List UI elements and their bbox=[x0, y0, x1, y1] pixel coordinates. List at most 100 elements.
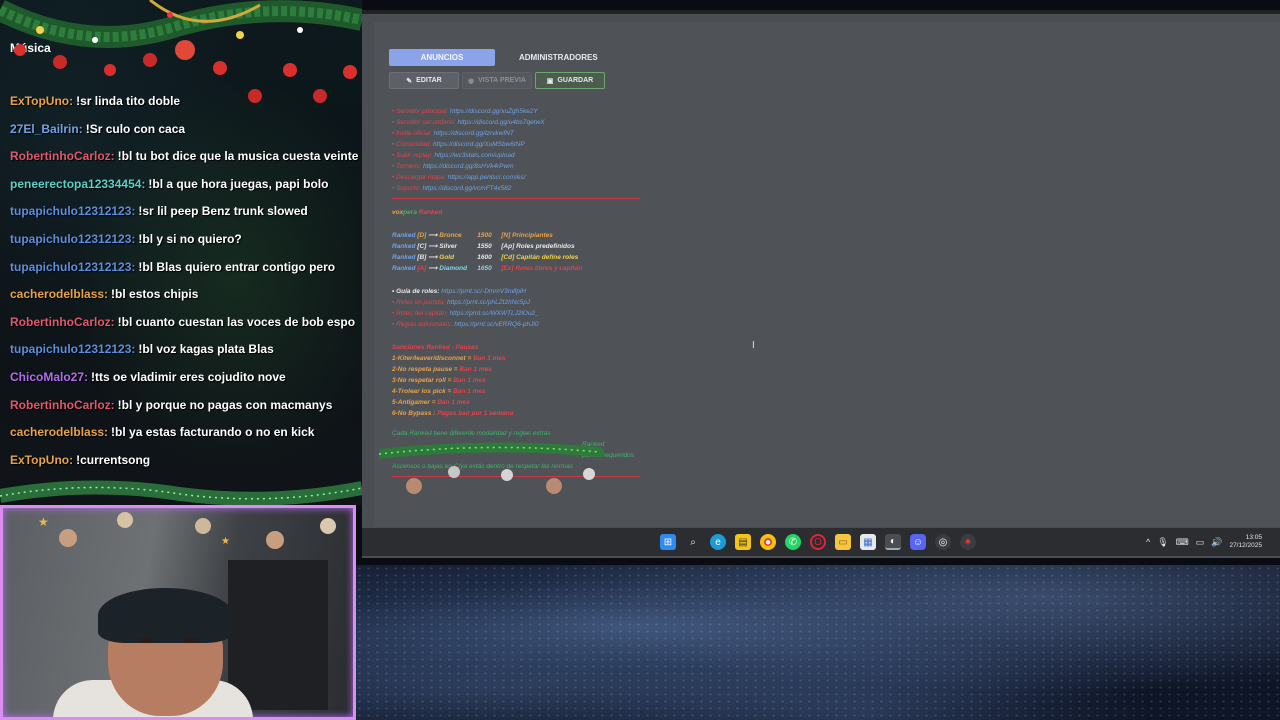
penalty-rule: 1-Kiter/leaver/disconnet = bbox=[392, 355, 474, 362]
guide-item: • Reglas adicionales: https://prnt.sc/vE… bbox=[392, 319, 1012, 330]
chat-message: ExTopUno: !currentsong bbox=[10, 453, 360, 467]
recorder-icon[interactable]: ✷ bbox=[960, 534, 976, 550]
garland-overlay bbox=[379, 442, 604, 494]
keyboard-icon[interactable]: ⌨ bbox=[1176, 537, 1189, 548]
chat-message: tupapichulo12312123: !sr lil peep Benz tr… bbox=[10, 204, 360, 218]
edge-icon[interactable]: e bbox=[710, 534, 726, 550]
chat-text: !Sr culo con caca bbox=[85, 121, 186, 136]
obs-icon[interactable]: ◎ bbox=[935, 534, 951, 550]
chat-username[interactable]: ChicoMalo27: bbox=[10, 370, 88, 384]
arrow-icon: ⟶ bbox=[428, 232, 440, 239]
penalty-item: 1-Kiter/leaver/disconnet = Ban 1 mes bbox=[392, 353, 1012, 364]
penalty-rule: 6-No Bypass : bbox=[392, 410, 438, 417]
windows-taskbar: ⊞ ⌕ e ▤ ● ✆ O ▭ ▦ ◐ ☺ ◎ ✷ ^ 🎙 ⌨ ▭ 🔊 13:0… bbox=[362, 528, 1280, 556]
notes-icon[interactable]: ▤ bbox=[735, 534, 751, 550]
chat-username[interactable]: tupapichulo12312123: bbox=[10, 232, 135, 246]
rank-name: Bronce bbox=[439, 232, 462, 239]
edit-button[interactable]: ✎ EDITAR bbox=[389, 72, 459, 89]
rank-role: [Cd] Capitán define roles bbox=[501, 254, 579, 261]
webcam-feed: ★ ★ bbox=[0, 505, 356, 720]
link-name: • Torneos: bbox=[392, 163, 423, 170]
chevron-up-icon[interactable]: ^ bbox=[1146, 537, 1150, 547]
screen-share-window: ANUNCIOS ADMINISTRADORES ✎ EDITAR ◉ VIST… bbox=[362, 10, 1280, 558]
store-icon[interactable]: ▦ bbox=[860, 534, 876, 550]
link-url[interactable]: https://wc3stats.com/upload bbox=[434, 152, 514, 159]
christmas-garland-top bbox=[0, 0, 362, 103]
save-button[interactable]: ▣ GUARDAR bbox=[535, 72, 605, 89]
chat-username[interactable]: RobertinhoCarloz: bbox=[10, 398, 115, 412]
link-item: • Invite oficial: https://discord.gg/tzr… bbox=[392, 128, 1012, 139]
link-url[interactable]: https://discord.gg/8sHVk4rPwm bbox=[423, 163, 514, 170]
volume-icon[interactable]: 🔊 bbox=[1211, 537, 1222, 548]
chat-username[interactable]: RobertinhoCarloz: bbox=[10, 315, 115, 329]
chat-text: !bl a que hora juegas, papi bolo bbox=[148, 176, 329, 191]
penalty-value: Ban 1 mes bbox=[473, 355, 506, 362]
svg-text:★: ★ bbox=[221, 536, 230, 547]
guide-name: • Reglas adicionales: bbox=[392, 321, 455, 328]
chat-message: ChicoMalo27: !tts oe vladimir eres cojudi… bbox=[10, 370, 360, 384]
guide-url[interactable]: https://prnt.sc/-DmmV3mlfplH bbox=[441, 288, 526, 295]
link-url[interactable]: https://discord.gg/tzrvkwfNT bbox=[434, 130, 514, 137]
link-url[interactable]: https://discord.gg/xuZgh5ke2Y bbox=[450, 108, 538, 115]
chat-username[interactable]: RobertinhoCarloz: bbox=[10, 149, 115, 163]
chat-message: cacherodelblass: !bl ya estas facturando … bbox=[10, 425, 360, 439]
chat-username[interactable]: tupapichulo12312123: bbox=[10, 260, 135, 274]
preview-button[interactable]: ◉ VISTA PREVIA bbox=[462, 72, 532, 89]
microphone-icon[interactable]: 🎙 bbox=[1157, 537, 1168, 548]
penalty-item: 6-No Bypass : Pagas ban por 1 semana bbox=[392, 408, 1012, 419]
chat-username[interactable]: tupapichulo12312123: bbox=[10, 204, 135, 218]
link-url[interactable]: https://discord.gg/XuMSbw6tNP bbox=[433, 141, 525, 148]
link-item: • Subir replay: https://wc3stats.com/upl… bbox=[392, 150, 1012, 161]
chat-text: !bl voz kagas plata Blas bbox=[138, 342, 274, 357]
penalty-rule: 3-No respetar roll = bbox=[392, 377, 454, 384]
link-url[interactable]: https://discord.gg/vcmFT4x582 bbox=[422, 185, 511, 192]
chrome-icon[interactable]: ● bbox=[760, 534, 776, 550]
rank-tier: [D] bbox=[417, 232, 429, 239]
rank-label: Ranked bbox=[392, 265, 418, 272]
guide-url[interactable]: https://prnt.sc/WXWTLJ2lOu2_ bbox=[450, 310, 539, 317]
ranked-heading: voxpera Ranked bbox=[392, 209, 443, 216]
clock-date: 27/12/2025 bbox=[1229, 542, 1262, 549]
guide-url[interactable]: https://prnt.sc/phLZt2hNc5pJ bbox=[447, 299, 530, 306]
clock[interactable]: 13:05 27/12/2025 bbox=[1229, 534, 1262, 550]
folder-icon[interactable]: ▭ bbox=[835, 534, 851, 550]
chat-message: tupapichulo12312123: !bl voz kagas plata … bbox=[10, 342, 360, 356]
chat-username[interactable]: peneerectopa12334454: bbox=[10, 177, 145, 191]
section-divider bbox=[392, 198, 640, 199]
guide-item: • Roles en partida: https://prnt.sc/phLZ… bbox=[392, 297, 1012, 308]
guide-item: • Roles del capitán: https://prnt.sc/WXW… bbox=[392, 308, 1012, 319]
link-item: • Comunidad: https://discord.gg/XuMSbw6t… bbox=[392, 139, 1012, 150]
system-tray: ^ 🎙 ⌨ ▭ 🔊 13:05 27/12/2025 bbox=[1146, 534, 1262, 550]
opera-icon[interactable]: O bbox=[810, 534, 826, 550]
game-app-icon[interactable]: ◐ bbox=[885, 534, 901, 550]
guide-url[interactable]: https://prnt.sc/vERRQ6-phJl0 bbox=[454, 321, 538, 328]
link-name: • Subir replay: bbox=[392, 152, 435, 159]
windows-start-icon[interactable]: ⊞ bbox=[660, 534, 676, 550]
tab-administradores[interactable]: ADMINISTRADORES bbox=[501, 49, 616, 66]
chat-text: !bl ya estas facturando o no en kick bbox=[111, 425, 315, 440]
link-item: • Soporte: https://discord.gg/vcmFT4x582 bbox=[392, 183, 1012, 194]
chat-username[interactable]: cacherodelblass: bbox=[10, 425, 108, 439]
chat-text: !bl cuanto cuestan las voces de bob espo bbox=[117, 314, 356, 329]
penalty-item: 2-No respeta pause = Ban 1 mes bbox=[392, 364, 1012, 375]
link-url[interactable]: https://app.pentscr.com/es/ bbox=[448, 174, 526, 181]
chat-username[interactable]: tupapichulo12312123: bbox=[10, 342, 135, 356]
arrow-icon: ⟶ bbox=[428, 265, 440, 272]
chat-username[interactable]: 27El_Bailrin: bbox=[10, 122, 83, 136]
network-icon[interactable]: ▭ bbox=[1196, 537, 1205, 548]
whatsapp-icon[interactable]: ✆ bbox=[785, 534, 801, 550]
webcam-person-hair bbox=[98, 588, 233, 643]
discord-icon[interactable]: ☺ bbox=[910, 534, 926, 550]
text-cursor-icon: I bbox=[752, 340, 755, 351]
rank-label: Ranked bbox=[392, 254, 418, 261]
search-icon[interactable]: ⌕ bbox=[685, 534, 701, 550]
clock-time: 13:05 bbox=[1245, 534, 1262, 541]
tab-anuncios[interactable]: ANUNCIOS bbox=[389, 49, 495, 66]
link-url[interactable]: https://discord.gg/u4bs7qetwX bbox=[458, 119, 545, 126]
links-list: • Servidor principal: https://discord.gg… bbox=[392, 106, 1012, 194]
webcam-ornaments: ★ ★ bbox=[38, 512, 336, 549]
chat-username[interactable]: cacherodelblass: bbox=[10, 287, 108, 301]
chat-username[interactable]: ExTopUno: bbox=[10, 453, 73, 467]
snow-background bbox=[355, 565, 1280, 720]
penalty-value: Ban 1 mes bbox=[453, 388, 486, 395]
